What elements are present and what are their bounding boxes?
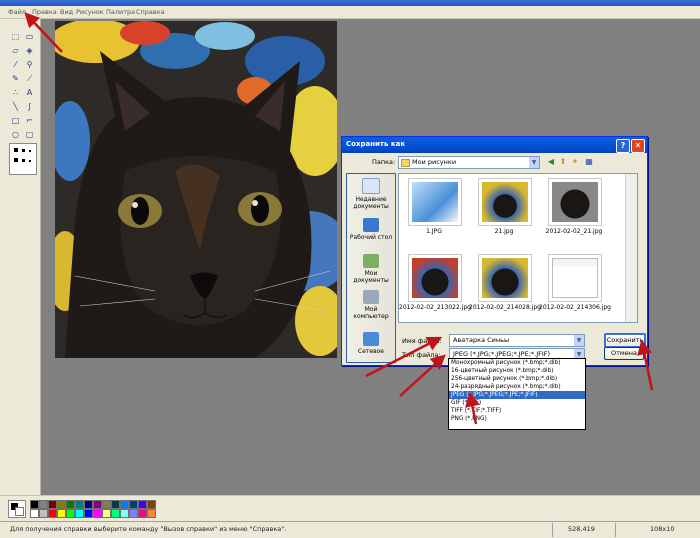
arrow-to-filetype <box>399 354 446 397</box>
arrow-to-save-button <box>637 339 654 391</box>
annotation-arrows <box>24 12 654 425</box>
arrow-to-jpeg-option <box>465 391 480 425</box>
arrow-to-file-menu <box>24 12 63 53</box>
